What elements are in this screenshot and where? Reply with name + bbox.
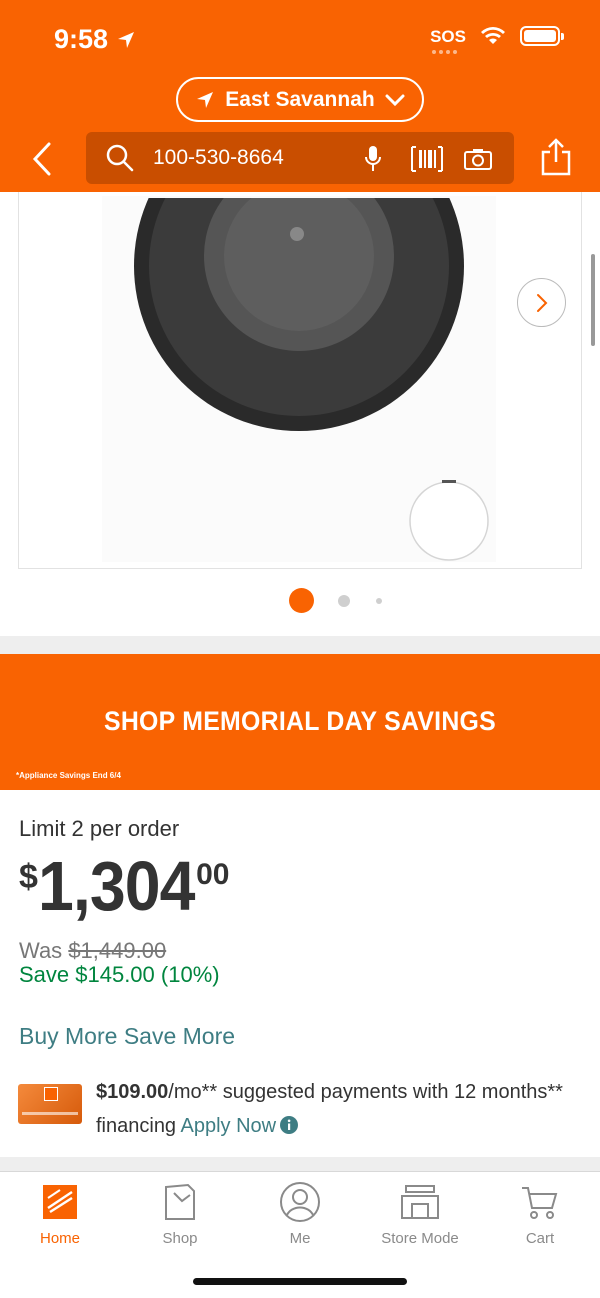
sos-label: SOS (430, 26, 466, 46)
pagination-dot[interactable] (338, 594, 350, 607)
was-amount: $1,449.00 (68, 938, 167, 963)
location-arrow-icon (118, 31, 135, 48)
search-bar[interactable]: 100-530-8664 (86, 132, 514, 184)
gallery-pagination (289, 588, 382, 613)
tab-me[interactable]: Me (240, 1180, 360, 1247)
savings-text: Save $145.00 (10%) (19, 962, 220, 987)
info-icon[interactable] (280, 1115, 299, 1134)
pagination-dot[interactable] (376, 597, 382, 604)
chevron-right-icon (536, 293, 547, 312)
share-icon (541, 138, 571, 176)
tab-cart[interactable]: Cart (480, 1180, 600, 1247)
banner-disclaimer: *Appliance Savings End 6/4 (16, 771, 121, 780)
battery-icon (520, 26, 564, 46)
purchase-limit: Limit 2 per order (19, 816, 180, 841)
wifi-icon (481, 27, 505, 44)
tab-store-mode-label: Store Mode (381, 1230, 459, 1247)
home-depot-logo-icon (43, 1185, 77, 1219)
tab-shop-label: Shop (162, 1230, 198, 1247)
tab-home[interactable]: Home (0, 1180, 120, 1247)
promo-banner[interactable]: SHOP MEMORIAL DAY SAVINGS *Appliance Sav… (0, 654, 600, 790)
search-icon (106, 144, 134, 172)
back-button[interactable] (26, 140, 58, 178)
cart-icon (522, 1187, 558, 1219)
status-time-text: 9:58 (54, 24, 109, 54)
financing-amount: $109.00 (96, 1081, 169, 1103)
sos-indicator: SOS (430, 26, 466, 54)
section-divider (0, 1157, 600, 1171)
buy-more-save-more-link[interactable]: Buy More Save More (19, 1023, 235, 1050)
section-divider (0, 636, 600, 654)
tab-shop[interactable]: Shop (120, 1180, 240, 1247)
price-currency: $ (19, 858, 38, 896)
product-image-gallery[interactable] (0, 192, 600, 636)
price: $ 1,304 00 (19, 846, 229, 926)
microphone-icon[interactable] (363, 145, 383, 173)
home-indicator (193, 1278, 407, 1285)
credit-card-image (18, 1084, 82, 1124)
store-name: East Savannah (225, 87, 375, 111)
financing-offer: $109.00/mo** suggested payments with 12 … (96, 1075, 566, 1143)
barcode-scan-icon[interactable] (411, 146, 443, 172)
price-cents: 00 (196, 858, 230, 891)
pagination-dot-active[interactable] (289, 588, 314, 613)
apply-now-link[interactable]: Apply Now (181, 1115, 277, 1137)
banner-title: SHOP MEMORIAL DAY SAVINGS (103, 706, 497, 736)
chevron-left-icon (32, 142, 51, 176)
price-dollars: 1,304 (37, 847, 195, 925)
app-header: 9:58 SOS East Savannah 100-530-8664 (0, 0, 600, 192)
location-arrow-icon (197, 91, 214, 108)
tab-home-label: Home (39, 1230, 80, 1247)
scroll-indicator (591, 254, 595, 346)
store-selector-button[interactable]: East Savannah (176, 77, 424, 122)
camera-icon[interactable] (464, 148, 492, 170)
chevron-down-icon (385, 94, 405, 106)
status-time: 9:58 (54, 24, 136, 55)
was-label: Was (19, 938, 63, 963)
tab-store-mode[interactable]: Store Mode (360, 1180, 480, 1247)
product-page: 9:58 SOS East Savannah 100-530-8664 SHOP… (0, 0, 600, 1298)
store-icon (401, 1185, 439, 1219)
tab-cart-label: Cart (525, 1230, 555, 1247)
next-image-button[interactable] (517, 278, 566, 327)
was-price: Was $1,449.00 (19, 938, 166, 964)
user-icon (280, 1182, 320, 1222)
search-input[interactable]: 100-530-8664 (153, 146, 284, 170)
tab-me-label: Me (289, 1230, 311, 1247)
share-button[interactable] (540, 138, 572, 181)
status-indicators: SOS (430, 26, 564, 54)
washer-product-image[interactable] (102, 196, 496, 562)
shop-bag-icon (165, 1183, 195, 1220)
